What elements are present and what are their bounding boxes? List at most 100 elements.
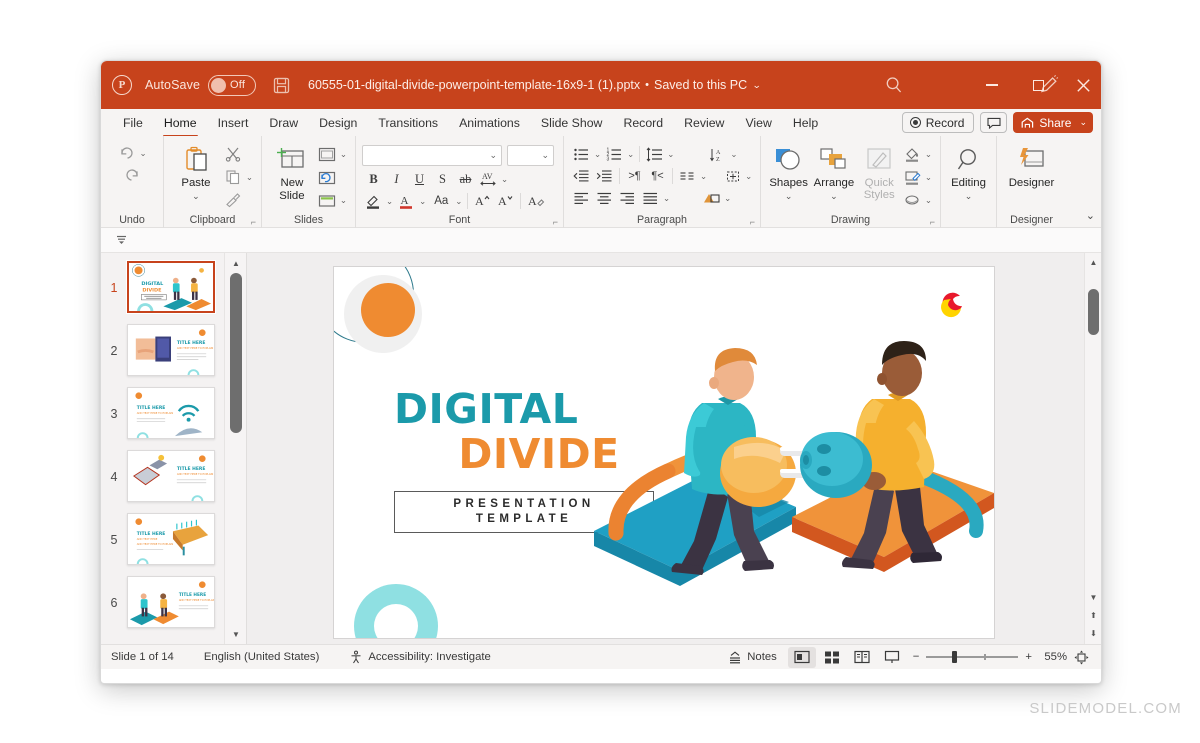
- layout-chevron-down-icon[interactable]: ⌄: [340, 149, 347, 160]
- slide-thumbnail-3[interactable]: 3 TITLE HERE ADD TEXT HERE TO EXPLAIN: [101, 387, 224, 439]
- zoom-slider[interactable]: [926, 651, 1019, 663]
- language-indicator[interactable]: English (United States): [184, 651, 330, 663]
- bullets-button[interactable]: [570, 144, 593, 165]
- paste-button[interactable]: Paste ⌄: [170, 140, 222, 203]
- drawing-dialog-launcher-icon[interactable]: ⌐: [930, 217, 935, 227]
- reset-slide-icon[interactable]: [316, 167, 339, 188]
- change-case-button[interactable]: Aa: [428, 191, 454, 212]
- section-chevron-down-icon[interactable]: ⌄: [340, 195, 347, 206]
- previous-slide-icon[interactable]: ⬆: [1085, 608, 1101, 622]
- align-text-button[interactable]: [721, 166, 744, 187]
- font-dialog-launcher-icon[interactable]: ⌐: [553, 217, 558, 227]
- shape-outline-icon[interactable]: [901, 167, 924, 188]
- justify-chevron-down-icon[interactable]: ⌄: [663, 193, 670, 204]
- tab-draw[interactable]: Draw: [259, 111, 308, 134]
- tab-design[interactable]: Design: [309, 111, 367, 134]
- share-button[interactable]: Share ⌄: [1013, 112, 1093, 133]
- italic-button[interactable]: I: [385, 169, 408, 190]
- record-button[interactable]: Record: [901, 112, 975, 133]
- character-spacing-chevron-down-icon[interactable]: ⌄: [501, 174, 508, 185]
- columns-button[interactable]: [676, 166, 699, 187]
- copy-chevron-down-icon[interactable]: ⌄: [246, 172, 253, 183]
- slide-scrollbar-thumb[interactable]: [1088, 289, 1099, 335]
- line-spacing-button[interactable]: [643, 144, 666, 165]
- slide-counter[interactable]: Slide 1 of 14: [101, 651, 184, 663]
- text-direction-button[interactable]: A Z: [706, 144, 729, 165]
- decrease-indent-button[interactable]: [570, 166, 593, 187]
- paragraph-dialog-launcher-icon[interactable]: ⌐: [750, 217, 755, 227]
- slide-thumbnail-preview-3[interactable]: TITLE HERE ADD TEXT HERE TO EXPLAIN: [127, 387, 215, 439]
- autosave-toggle[interactable]: Off: [208, 74, 257, 96]
- thumbnail-scroll-up-icon[interactable]: ▲: [225, 255, 246, 271]
- increase-indent-button[interactable]: [593, 166, 616, 187]
- maximize-icon[interactable]: [1015, 61, 1061, 109]
- slide-thumbnail-5[interactable]: 5 TITLE HERE ADD TEXT HERE ADD TEXT HERE…: [101, 513, 224, 565]
- ribbon-collapse-chevron-down-icon[interactable]: ⌄: [1086, 209, 1095, 222]
- slide-scroll-up-icon[interactable]: ▲: [1085, 255, 1101, 269]
- quick-styles-button[interactable]: Quick Styles: [858, 140, 901, 201]
- comments-button[interactable]: [980, 112, 1008, 133]
- shape-fill-icon[interactable]: [901, 144, 924, 165]
- zoom-slider-knob[interactable]: [952, 651, 958, 663]
- arrange-button[interactable]: Arrange ⌄: [810, 140, 857, 203]
- decrease-font-size-button[interactable]: A: [494, 191, 517, 212]
- current-slide-canvas[interactable]: DIGITAL DIVIDE PRESENTATION TEMPLATE: [333, 266, 995, 639]
- numbering-button[interactable]: 1 2 3: [603, 144, 626, 165]
- cut-icon[interactable]: [222, 144, 245, 165]
- text-direction-chevron-down-icon[interactable]: ⌄: [730, 149, 737, 160]
- align-center-button[interactable]: [593, 188, 616, 209]
- text-shadow-button[interactable]: S: [431, 169, 454, 190]
- tab-animations[interactable]: Animations: [449, 111, 530, 134]
- shape-fill-chevron-down-icon[interactable]: ⌄: [925, 149, 932, 160]
- slide-vertical-scrollbar[interactable]: ▲ ▼ ⬆ ⬇: [1084, 253, 1101, 644]
- font-size-select[interactable]: ⌄: [507, 145, 554, 166]
- close-icon[interactable]: [1060, 61, 1101, 109]
- next-slide-icon[interactable]: ⬇: [1085, 626, 1101, 640]
- tab-home[interactable]: Home: [154, 111, 207, 137]
- slide-sorter-button[interactable]: [818, 647, 846, 668]
- accessibility-status[interactable]: Accessibility: Investigate: [329, 650, 500, 664]
- fit-to-window-button[interactable]: [1074, 650, 1089, 665]
- text-highlight-color-button[interactable]: [362, 191, 385, 212]
- normal-view-button[interactable]: [787, 646, 816, 668]
- editing-button[interactable]: Editing ⌄: [947, 140, 990, 203]
- clipboard-dialog-launcher-icon[interactable]: ⌐: [251, 217, 256, 227]
- font-family-chevron-down-icon[interactable]: ⌄: [489, 150, 497, 161]
- save-location-label[interactable]: Saved to this PC: [654, 78, 747, 92]
- tab-transitions[interactable]: Transitions: [368, 111, 448, 134]
- text-highlight-chevron-down-icon[interactable]: ⌄: [386, 196, 393, 207]
- slide-thumbnail-preview-2[interactable]: TITLE HERE ADD TEXT HERE TO EXPLAIN: [127, 324, 215, 376]
- new-slide-button[interactable]: New Slide: [268, 140, 316, 203]
- slide-thumbnail-1[interactable]: 1 DIGITAL DIVIDE: [101, 261, 224, 313]
- align-left-button[interactable]: [570, 188, 593, 209]
- line-spacing-chevron-down-icon[interactable]: ⌄: [667, 149, 674, 160]
- font-color-chevron-down-icon[interactable]: ⌄: [419, 196, 426, 207]
- shape-outline-chevron-down-icon[interactable]: ⌄: [925, 172, 932, 183]
- notes-button[interactable]: Notes: [718, 650, 787, 664]
- tab-insert[interactable]: Insert: [208, 111, 259, 134]
- tab-review[interactable]: Review: [674, 111, 734, 134]
- slide-thumbnail-preview-4[interactable]: TITLE HERE ADD TEXT HERE TO EXPLAIN: [127, 450, 215, 502]
- undo-icon[interactable]: [115, 143, 138, 164]
- tab-slide-show[interactable]: Slide Show: [531, 111, 613, 134]
- copy-icon[interactable]: [222, 167, 245, 188]
- convert-to-smartart-button[interactable]: [700, 188, 723, 209]
- slide-thumbnail-2[interactable]: 2 TITLE HERE ADD TEXT HERE TO EXPLAIN: [101, 324, 224, 376]
- rtl-text-direction-button[interactable]: ¶<: [646, 166, 669, 187]
- slide-scroll-down-icon[interactable]: ▼: [1085, 590, 1101, 604]
- slide-thumbnail-6[interactable]: 6 TITLE HERE ADD TEXT HERE TO EXPLAIN: [101, 576, 224, 628]
- zoom-in-button[interactable]: +: [1025, 651, 1032, 663]
- redo-icon[interactable]: [121, 165, 144, 186]
- minimize-icon[interactable]: [969, 61, 1015, 109]
- columns-chevron-down-icon[interactable]: ⌄: [700, 171, 707, 182]
- designer-button[interactable]: Designer: [1003, 140, 1060, 190]
- shape-effects-chevron-down-icon[interactable]: ⌄: [925, 195, 932, 206]
- clear-formatting-button[interactable]: A: [524, 191, 547, 212]
- paste-chevron-down-icon[interactable]: ⌄: [192, 190, 200, 203]
- search-icon[interactable]: [884, 75, 904, 95]
- shapes-chevron-down-icon[interactable]: ⌄: [785, 190, 793, 203]
- increase-font-size-button[interactable]: A: [471, 191, 494, 212]
- shapes-button[interactable]: Shapes ⌄: [767, 140, 810, 203]
- numbering-chevron-down-icon[interactable]: ⌄: [627, 149, 634, 160]
- ltr-text-direction-button[interactable]: >¶: [623, 166, 646, 187]
